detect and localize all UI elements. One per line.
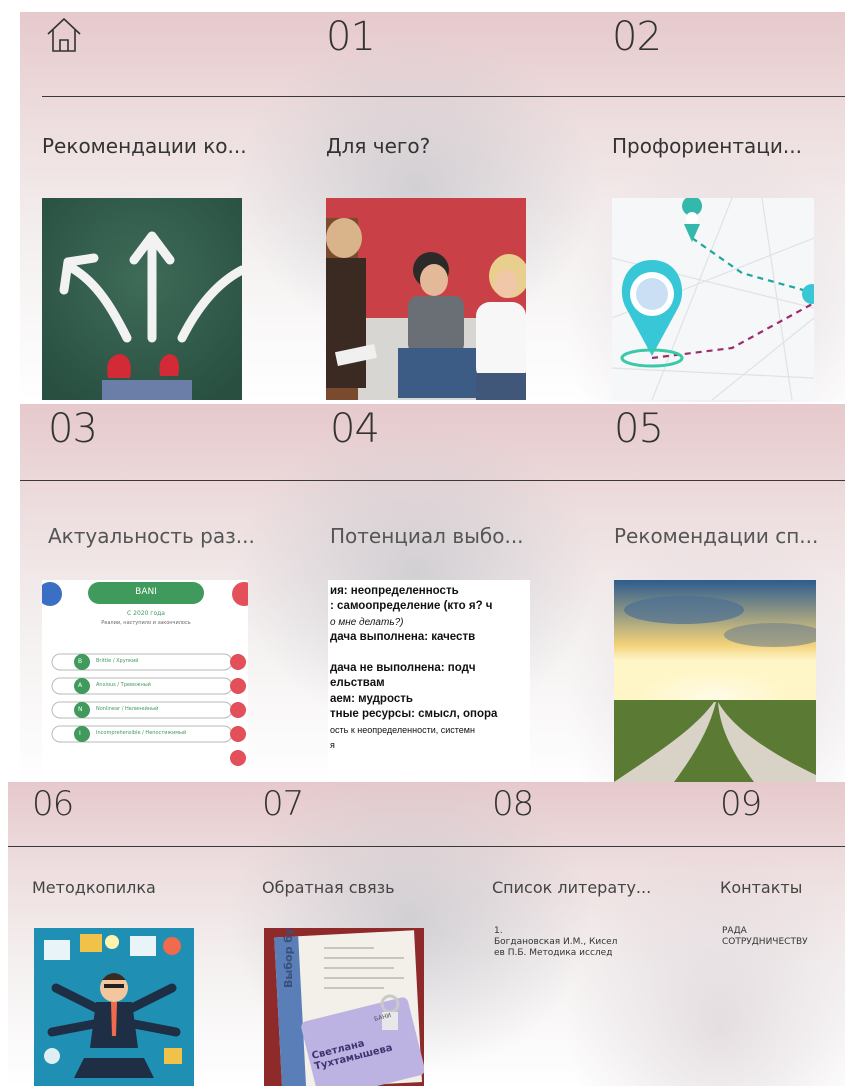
tile-counseling-photo[interactable] [326,198,526,400]
section-title-career-guidance[interactable]: Профориентаци... [612,134,842,158]
section-number-07: 07 [262,784,304,824]
doc-line: я [330,740,335,751]
section-number-04: 04 [330,406,380,452]
section-title-references[interactable]: Список литерату... [492,878,702,897]
home-icon[interactable] [46,16,82,54]
doc-line: : самоопределение (кто я? ч [330,600,493,613]
doc-line: ельствам [330,677,385,690]
tile-bani-infographic[interactable]: BANI С 2020 года Реалии, наступило и зак… [42,580,248,782]
bani-letter-b: B [78,658,83,665]
tile-arrows-image[interactable] [42,198,242,400]
bani-row: Nonlinear / Нелинейный [96,706,159,712]
doc-line [330,646,528,661]
tile-document-text[interactable]: ия: неопределенность : самоопределение (… [328,580,530,782]
bani-subtitle: Реалии, наступило и закончилось [101,620,191,626]
contacts-snippet: РАДА СОТРУДНИЧЕСТВУ [722,926,808,947]
bani-letter-i: I [79,730,81,737]
section-number-06: 06 [32,784,74,824]
section-row-3: 06 07 08 09 Методкопилка Обратная связь … [8,782,845,1086]
section-number-09: 09 [720,784,762,824]
section-number-01: 01 [326,14,376,60]
doc-line: ия: неопределенность [330,585,459,597]
section-title-method-bank[interactable]: Методкопилка [32,878,242,897]
bani-letter-n: N [78,706,83,713]
divider [42,96,845,97]
section-number-02: 02 [612,14,662,60]
section-title-feedback[interactable]: Обратная связь [262,878,472,897]
section-row-1: 01 02 Рекомендации ко... Для чего? Профо… [20,12,845,402]
doc-line: дача выполнена: качеств [330,631,476,644]
bani-year: С 2020 года [127,610,165,617]
tile-crossroads-photo[interactable] [614,580,816,782]
bani-title: BANI [135,587,157,597]
tile-map-pins-image[interactable] [612,198,814,400]
tile-book-photo[interactable]: Выбор будущего Светлана Тухтамышева БАНИ [264,928,424,1086]
section-title-potential[interactable]: Потенциал выбо... [330,524,570,548]
divider [8,846,845,847]
bani-row: Anxious / Тревожный [96,682,151,688]
section-number-08: 08 [492,784,534,824]
book-spine-text: Выбор будущего [282,928,295,988]
doc-line: ость к неопределенности, системн [330,724,475,735]
section-number-05: 05 [614,406,664,452]
section-title-relevance[interactable]: Актуальность раз... [48,524,288,548]
bani-row: Brittle / Хрупкий [96,658,139,664]
tile-multitask-illustration[interactable] [34,928,194,1086]
bani-row: Incomprehensible / Непостижимый [96,730,187,736]
references-snippet: 1. Богдановская И.М., Кисел ев П.Б. Мето… [494,926,618,958]
section-row-2: 03 04 05 Актуальность раз... Потенциал в… [20,404,845,782]
divider [20,480,845,481]
doc-line: дача не выполнена: подч [330,662,476,675]
doc-line: тные ресурсы: смысл, опора [330,708,498,721]
doc-line: о мне делать?) [330,616,404,628]
doc-line: аем: мудрость [330,692,413,705]
section-title-recommendations[interactable]: Рекомендации ко... [42,134,282,158]
section-title-why[interactable]: Для чего? [326,134,566,158]
section-title-recommendations-specialists[interactable]: Рекомендации сп... [614,524,844,548]
section-number-03: 03 [48,406,98,452]
section-title-contacts[interactable]: Контакты [720,878,840,897]
bani-letter-a: A [78,682,83,689]
